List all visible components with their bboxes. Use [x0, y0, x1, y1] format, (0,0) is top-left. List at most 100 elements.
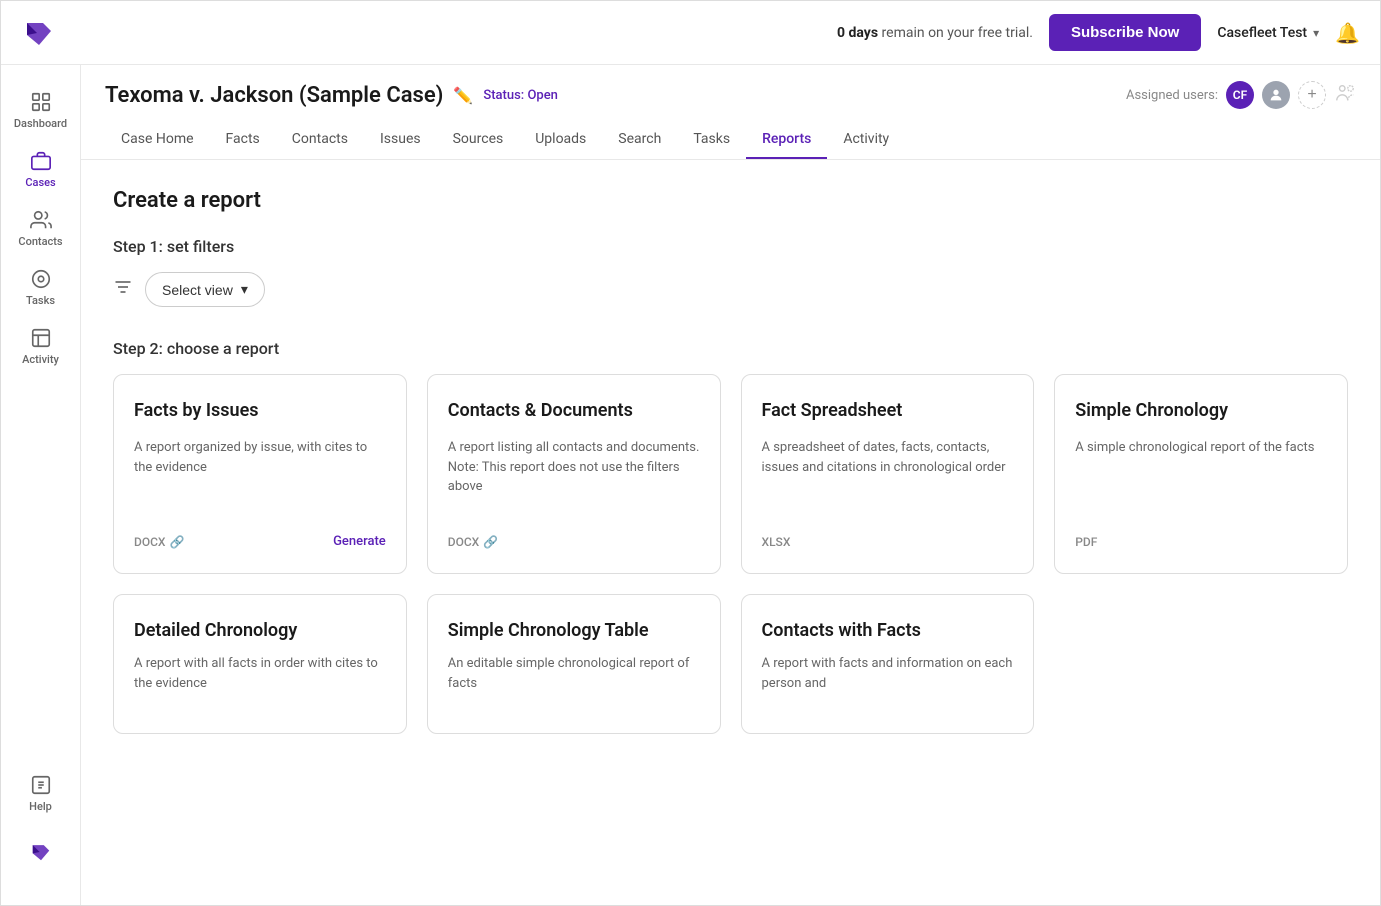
cases-icon	[30, 150, 52, 172]
trial-text: 0 days remain on your free trial.	[837, 25, 1033, 41]
trial-suffix: remain on your free trial.	[882, 25, 1033, 41]
brand-icon	[30, 841, 52, 863]
add-user-button[interactable]: +	[1298, 81, 1326, 109]
sidebar-item-dashboard[interactable]: Dashboard	[1, 81, 80, 140]
sidebar-bottom: Help	[21, 748, 60, 889]
sidebar-item-label-tasks: Tasks	[26, 294, 55, 307]
page-content: Create a report Step 1: set filters Sele…	[81, 160, 1380, 905]
chevron-down-icon: ▾	[1313, 26, 1319, 40]
tab-facts[interactable]: Facts	[210, 121, 276, 159]
tab-uploads[interactable]: Uploads	[519, 121, 602, 159]
report-card-desc-0: A report organized by issue, with cites …	[134, 438, 386, 518]
report-card-footer-3: PDF	[1075, 535, 1327, 549]
tab-search[interactable]: Search	[602, 121, 677, 159]
page-title: Create a report	[113, 188, 1348, 213]
report-card-desc-2: A spreadsheet of dates, facts, contacts,…	[762, 438, 1014, 519]
report-format-3: PDF	[1075, 535, 1097, 549]
tab-issues[interactable]: Issues	[364, 121, 437, 159]
edit-case-icon[interactable]: ✏️	[453, 86, 473, 105]
contacts-icon	[30, 209, 52, 231]
tab-sources[interactable]: Sources	[437, 121, 520, 159]
report-card-title-3: Simple Chronology	[1075, 399, 1327, 422]
avatar-primary: CF	[1226, 81, 1254, 109]
report-card-title-0: Facts by Issues	[134, 399, 386, 422]
report-card-title-2: Fact Spreadsheet	[762, 399, 1014, 422]
report-card-footer-1: DOCX 🔗	[448, 535, 700, 549]
sidebar-item-label-cases: Cases	[25, 176, 55, 189]
sidebar-item-label-contacts: Contacts	[18, 235, 62, 248]
select-view-button[interactable]: Select view ▾	[145, 272, 265, 307]
case-name: Texoma v. Jackson (Sample Case)	[105, 83, 443, 108]
sidebar: Dashboard Cases Contacts	[1, 65, 81, 905]
report-card-detailed-chronology[interactable]: Detailed Chronology A report with all fa…	[113, 594, 407, 734]
report-card-simple-chronology-table[interactable]: Simple Chronology Table An editable simp…	[427, 594, 721, 734]
help-icon	[30, 774, 52, 796]
case-status: Status: Open	[483, 88, 558, 103]
report-card-title-row2-2: Contacts with Facts	[762, 619, 1014, 642]
top-bar-right: 0 days remain on your free trial. Subscr…	[837, 14, 1360, 51]
report-format-0: DOCX 🔗	[134, 535, 184, 549]
manage-users-icon[interactable]	[1334, 82, 1356, 109]
tab-tasks[interactable]: Tasks	[677, 121, 746, 159]
format-label-2: XLSX	[762, 535, 791, 549]
generate-link-0[interactable]: Generate	[333, 534, 386, 549]
sidebar-item-logo-bottom[interactable]	[21, 831, 60, 873]
report-card-facts-by-issues[interactable]: Facts by Issues A report organized by is…	[113, 374, 407, 574]
tasks-icon	[30, 268, 52, 290]
tab-activity[interactable]: Activity	[827, 121, 905, 159]
link-icon-0: 🔗	[170, 535, 185, 549]
assigned-label: Assigned users:	[1126, 88, 1218, 103]
sidebar-item-help[interactable]: Help	[21, 764, 60, 823]
report-card-title-row2-0: Detailed Chronology	[134, 619, 386, 642]
report-card-title-1: Contacts & Documents	[448, 399, 700, 422]
report-format-1: DOCX 🔗	[448, 535, 498, 549]
format-label-3: PDF	[1075, 535, 1097, 549]
step1-title: Step 1: set filters	[113, 237, 1348, 256]
report-format-2: XLSX	[762, 535, 791, 549]
dashboard-icon	[30, 91, 52, 113]
tab-contacts[interactable]: Contacts	[276, 121, 364, 159]
report-card-contacts-with-facts[interactable]: Contacts with Facts A report with facts …	[741, 594, 1035, 734]
link-icon-1: 🔗	[483, 535, 498, 549]
sidebar-item-activity[interactable]: Activity	[1, 317, 80, 376]
filter-icon	[113, 277, 133, 302]
case-title: Texoma v. Jackson (Sample Case) ✏️ Statu…	[105, 83, 558, 108]
sidebar-item-label-activity: Activity	[22, 353, 59, 366]
tab-case-home[interactable]: Case Home	[105, 121, 210, 159]
select-view-label: Select view	[162, 282, 233, 298]
report-card-desc-row2-0: A report with all facts in order with ci…	[134, 654, 386, 709]
report-cards-row1: Facts by Issues A report organized by is…	[113, 374, 1348, 574]
report-card-footer-0: DOCX 🔗 Generate	[134, 534, 386, 549]
sidebar-item-label-help: Help	[29, 800, 52, 813]
assigned-users: Assigned users: CF +	[1126, 81, 1356, 109]
case-tabs: Case Home Facts Contacts Issues Sources …	[105, 121, 1356, 159]
sidebar-item-tasks[interactable]: Tasks	[1, 258, 80, 317]
filters-row: Select view ▾	[113, 272, 1348, 307]
report-card-fact-spreadsheet[interactable]: Fact Spreadsheet A spreadsheet of dates,…	[741, 374, 1035, 574]
content-area: Texoma v. Jackson (Sample Case) ✏️ Statu…	[81, 65, 1380, 905]
case-title-row: Texoma v. Jackson (Sample Case) ✏️ Statu…	[105, 81, 1356, 109]
app-logo	[21, 15, 57, 51]
report-card-title-row2-1: Simple Chronology Table	[448, 619, 700, 642]
trial-days: 0 days	[837, 25, 878, 41]
report-card-footer-2: XLSX	[762, 535, 1014, 549]
notification-bell-icon[interactable]: 🔔	[1335, 21, 1360, 45]
sidebar-item-contacts[interactable]: Contacts	[1, 199, 80, 258]
tab-reports[interactable]: Reports	[746, 121, 827, 159]
format-label-0: DOCX	[134, 535, 166, 549]
report-card-simple-chronology[interactable]: Simple Chronology A simple chronological…	[1054, 374, 1348, 574]
top-bar: 0 days remain on your free trial. Subscr…	[1, 1, 1380, 65]
user-name: Casefleet Test	[1217, 25, 1307, 41]
report-card-desc-row2-1: An editable simple chronological report …	[448, 654, 700, 709]
user-menu[interactable]: Casefleet Test ▾	[1217, 25, 1319, 41]
report-card-desc-row2-2: A report with facts and information on e…	[762, 654, 1014, 709]
report-card-contacts-docs[interactable]: Contacts & Documents A report listing al…	[427, 374, 721, 574]
sidebar-item-label-dashboard: Dashboard	[14, 117, 67, 130]
case-header: Texoma v. Jackson (Sample Case) ✏️ Statu…	[81, 65, 1380, 160]
report-cards-row2: Detailed Chronology A report with all fa…	[113, 594, 1348, 734]
sidebar-item-cases[interactable]: Cases	[1, 140, 80, 199]
step2-title: Step 2: choose a report	[113, 339, 1348, 358]
report-card-desc-1: A report listing all contacts and docume…	[448, 438, 700, 519]
top-bar-left	[21, 15, 57, 51]
subscribe-button[interactable]: Subscribe Now	[1049, 14, 1201, 51]
